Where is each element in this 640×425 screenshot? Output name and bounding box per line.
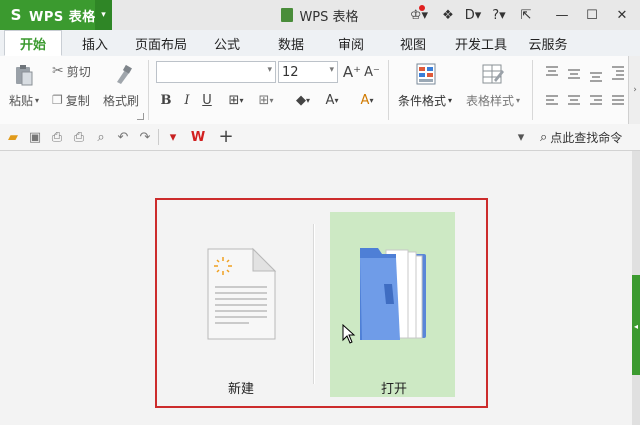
tab-cloud[interactable]: 云服务 — [520, 30, 576, 56]
italic-button[interactable]: I — [179, 90, 195, 110]
conditional-format-icon[interactable] — [416, 62, 438, 88]
customize-toolbar-icon[interactable]: ▾ — [164, 128, 182, 146]
maximize-button[interactable]: ☐ — [578, 4, 606, 26]
bold-button[interactable]: B — [158, 90, 174, 110]
minimize-button[interactable]: — — [548, 4, 576, 26]
print-preview-icon[interactable]: ⌕ — [92, 128, 110, 146]
font-name-select[interactable]: ▾ — [156, 61, 276, 83]
help-button[interactable]: ?▾ — [486, 4, 512, 26]
app-menu-dropdown[interactable]: ▾ — [95, 0, 112, 30]
wps-w-icon[interactable]: W — [188, 127, 208, 147]
tab-view[interactable]: 视图 — [388, 30, 438, 56]
undo-icon[interactable]: ↶ — [114, 128, 132, 146]
tab-home[interactable]: 开始 — [4, 30, 62, 56]
open-folder-icon[interactable]: ▰ — [4, 128, 22, 146]
cut-label: 剪切 — [66, 64, 91, 79]
command-search[interactable]: ⌕ 点此查找命令 — [540, 128, 622, 146]
table-style-button[interactable]: 表格样式 ▾ — [466, 92, 520, 108]
conditional-format-label: 条件格式 — [398, 93, 447, 108]
tab-review[interactable]: 审阅 — [326, 30, 376, 56]
font-color-button[interactable]: A ▾ — [319, 90, 345, 110]
tab-page-layout[interactable]: 页面布局 — [128, 30, 194, 56]
ribbon-scroll-right[interactable]: › — [628, 56, 640, 124]
table-style-label: 表格样式 — [466, 93, 515, 108]
shield-icon[interactable]: ❖ — [438, 4, 458, 26]
open-folder-icon[interactable] — [356, 244, 432, 344]
command-search-label: 点此查找命令 — [550, 130, 623, 145]
alignment-group — [542, 62, 632, 112]
chevron-down-icon: ▾ — [267, 65, 272, 75]
format-painter-icon[interactable] — [108, 62, 136, 88]
clipboard-dialog-launcher[interactable] — [137, 113, 144, 120]
tab-insert[interactable]: 插入 — [70, 30, 120, 56]
merge-cells-icon[interactable]: ⊞ ▾ — [253, 90, 279, 110]
copy-label: 复制 — [65, 93, 90, 108]
ribbon-separator — [148, 60, 149, 120]
toolbar-separator — [158, 129, 159, 145]
font-color-icon: A — [325, 92, 335, 108]
toolbar-menu-icon[interactable]: ▾ — [512, 128, 530, 146]
fill-bucket-icon: ◆ — [295, 92, 306, 108]
ribbon-separator — [388, 60, 389, 120]
d-menu-button[interactable]: D▾ — [460, 4, 486, 26]
paste-button[interactable]: 粘贴 ▾ — [9, 92, 39, 108]
paste-icon[interactable] — [10, 62, 38, 88]
shrink-font-button[interactable]: A⁻ — [364, 62, 380, 82]
tab-data[interactable]: 数据 — [266, 30, 316, 56]
paste-label: 粘贴 — [9, 93, 34, 108]
new-tab-button[interactable]: + — [216, 126, 236, 147]
conditional-format-button[interactable]: 条件格式 ▾ — [398, 92, 452, 108]
cut-button[interactable]: ✂ 剪切 — [52, 63, 91, 79]
wps-logo-icon: S — [10, 6, 22, 24]
fill-color-button[interactable]: ◆ ▾ — [290, 90, 316, 110]
close-button[interactable]: ✕ — [608, 4, 636, 26]
save-as-icon[interactable]: ⎙ — [48, 128, 66, 146]
notification-dot-icon — [419, 5, 425, 11]
search-icon: ⌕ — [540, 129, 548, 145]
copy-button[interactable]: ❐ 复制 — [52, 92, 90, 108]
new-document-icon[interactable] — [205, 247, 277, 341]
grow-font-button[interactable]: A⁺ — [343, 62, 361, 82]
clear-format-icon[interactable]: A ▾ — [353, 90, 381, 110]
open-label[interactable]: 打开 — [356, 378, 432, 397]
format-painter-button[interactable]: 格式刷 — [103, 92, 139, 108]
redo-icon[interactable]: ↷ — [136, 128, 154, 146]
restore-ribbon-icon[interactable]: ⇱ — [514, 4, 538, 26]
borders-icon[interactable]: ⊞ ▾ — [223, 90, 249, 110]
font-size-select[interactable]: 12 ▾ — [278, 61, 338, 83]
tab-developer[interactable]: 开发工具 — [448, 30, 514, 56]
copy-icon: ❐ — [52, 93, 63, 107]
collapse-arrow-icon[interactable]: ◂ — [634, 322, 640, 332]
save-icon[interactable]: ▣ — [26, 128, 44, 146]
chevron-down-icon: ▾ — [329, 65, 334, 75]
scissors-icon: ✂ — [52, 63, 64, 79]
mouse-cursor-icon — [342, 323, 356, 344]
app-menu-button[interactable]: S WPS 表格 ▾ — [0, 0, 112, 30]
font-size-value: 12 — [282, 64, 299, 80]
new-label[interactable]: 新建 — [205, 378, 277, 397]
tab-formulas[interactable]: 公式 — [202, 30, 252, 56]
print-icon[interactable]: ⎙ — [70, 128, 88, 146]
table-style-icon[interactable] — [482, 62, 504, 88]
app-menu-label: WPS 表格 — [29, 9, 96, 25]
ribbon-separator — [532, 60, 533, 120]
underline-button[interactable]: U — [199, 90, 215, 110]
